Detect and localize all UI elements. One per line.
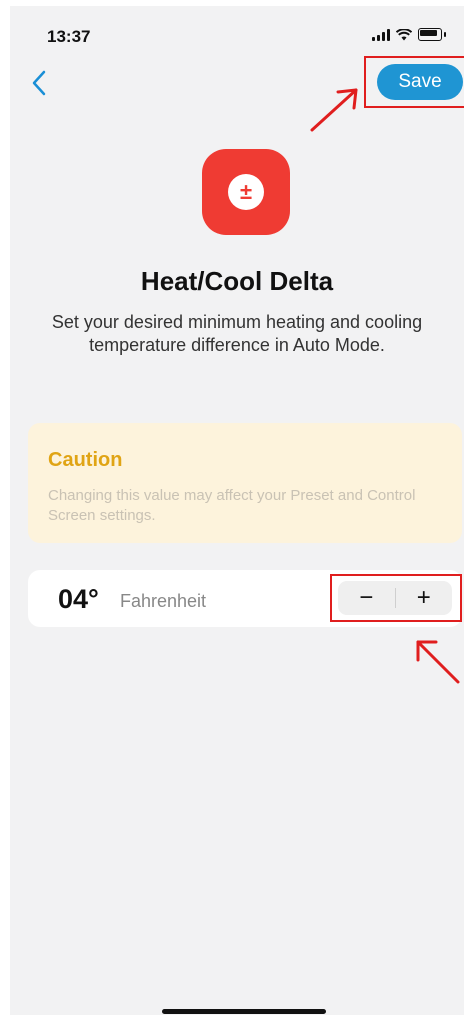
phone-screen: 13:37 Save ± Heat/Cool Delta Set your de… [10, 6, 464, 1015]
home-indicator [162, 1009, 326, 1014]
annotation-arrow-save [310, 88, 358, 132]
heat-cool-delta-icon: ± [202, 149, 290, 235]
back-button[interactable] [24, 66, 54, 100]
delta-value: 04° [58, 584, 99, 614]
caution-text: Changing this value may affect your Pres… [48, 487, 416, 524]
page-title: Heat/Cool Delta [140, 266, 334, 296]
delta-unit: Fahrenheit [120, 591, 207, 611]
save-button[interactable]: Save [377, 64, 463, 100]
battery-icon [418, 28, 442, 41]
status-time: 13:37 [47, 27, 91, 46]
page-subtitle: Set your desired minimum heating and coo… [51, 312, 423, 355]
battery-cap [444, 32, 446, 37]
annotation-arrow-stepper [416, 640, 460, 684]
increment-button[interactable]: + [396, 581, 453, 615]
delta-stepper: − + [338, 581, 452, 615]
chevron-left-icon [32, 70, 46, 96]
status-icons [372, 28, 446, 41]
plus-minus-icon: ± [228, 174, 264, 210]
caution-title: Caution [48, 449, 123, 471]
decrement-button[interactable]: − [338, 581, 395, 615]
wifi-icon [396, 28, 412, 40]
signal-icon [372, 28, 390, 41]
caution-card: Caution Changing this value may affect y… [28, 423, 462, 543]
